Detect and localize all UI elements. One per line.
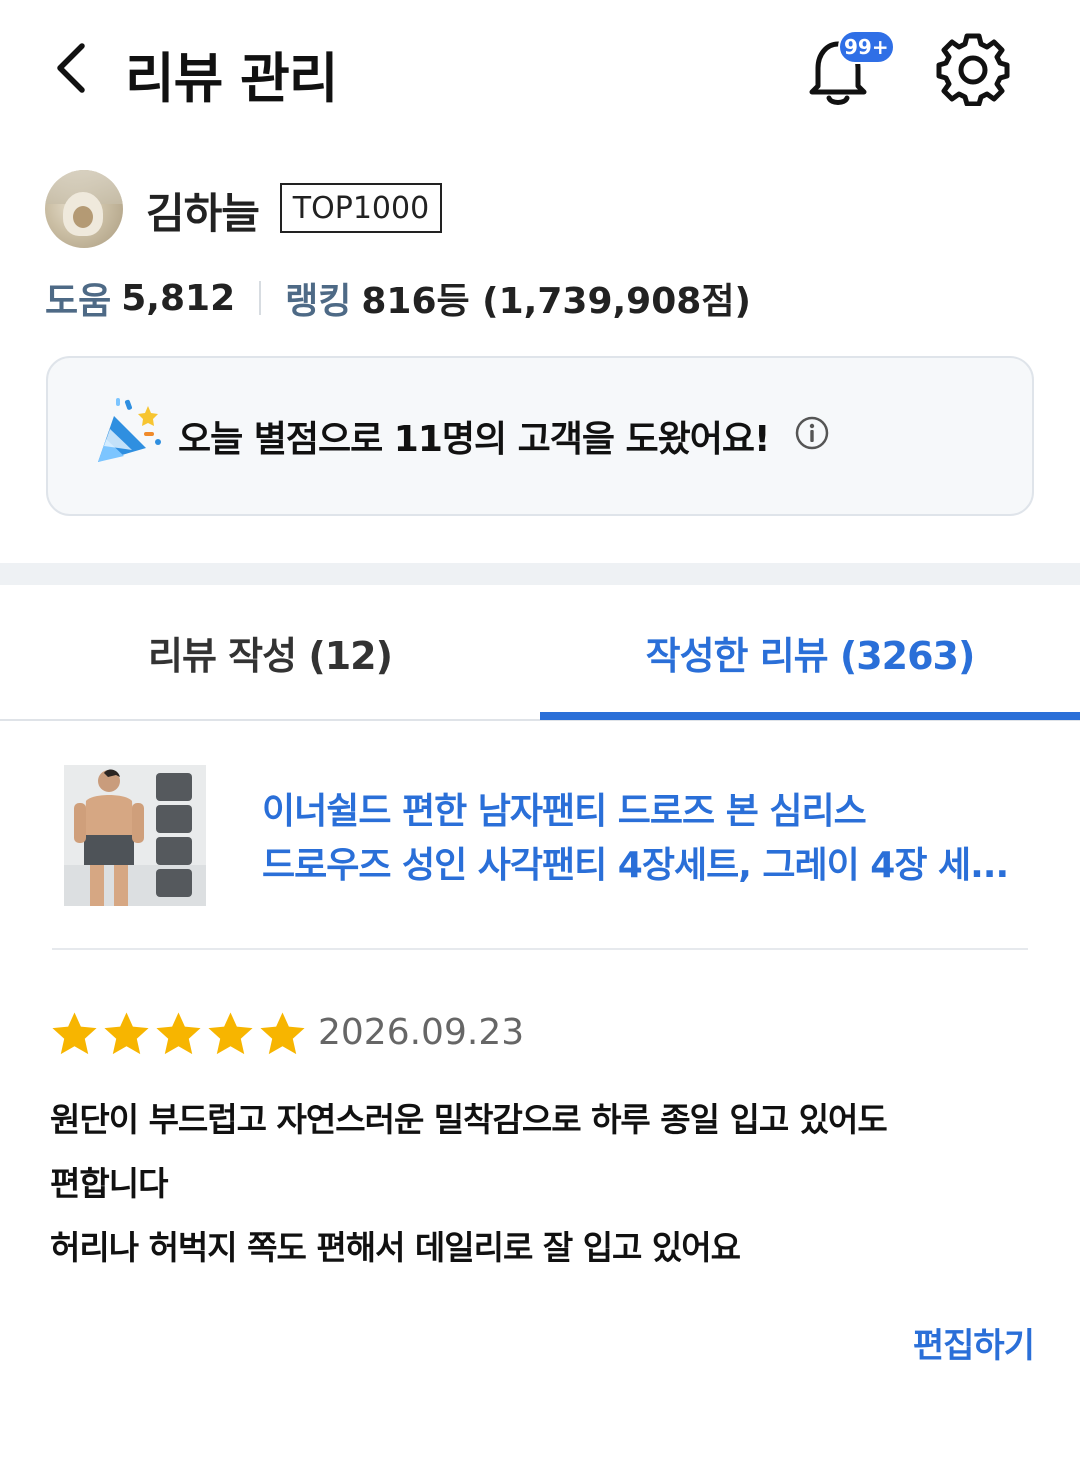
user-name: 김하늘 [146, 189, 260, 238]
star-icon [156, 1012, 201, 1055]
active-tab-indicator [540, 712, 1080, 720]
ranking-label: 랭킹 [285, 281, 352, 322]
review-text-line: 원단이 부드럽고 자연스러운 밀착감으로 하루 종일 입고 있어도 [50, 1100, 888, 1139]
review-date: 2026.09.23 [318, 1012, 525, 1053]
product-title-link[interactable]: 이너쉴드 편한 남자팬티 드로즈 본 심리스 드로우즈 성인 사각팬티 4장세트… [262, 785, 1032, 893]
help-count-value: 5,812 [121, 277, 236, 319]
product-thumbnail[interactable] [64, 765, 206, 906]
ranking-value: 816등 (1,739,908점) [361, 281, 751, 322]
tab-written-reviews[interactable]: 작성한 리뷰 (3263) [540, 585, 1080, 719]
help-count-label: 도움 [45, 281, 112, 322]
product-title-line-2: 드로우즈 성인 사각팬티 4장세트, 그레이 4장 세... [262, 845, 1009, 886]
star-icon [104, 1012, 149, 1055]
avatar [45, 170, 123, 248]
tab-write-review[interactable]: 리뷰 작성 (12) [0, 585, 540, 719]
divider [52, 948, 1028, 950]
page-title: 리뷰 관리 [125, 47, 339, 110]
star-rating [50, 1010, 307, 1058]
profile-stats: 도움 5,812 랭킹 816등 (1,739,908점) [45, 272, 751, 324]
settings-button[interactable] [935, 30, 1011, 107]
back-button[interactable] [40, 38, 100, 98]
star-icon [52, 1012, 97, 1055]
star-icon [260, 1012, 305, 1055]
product-title-line-1: 이너쉴드 편한 남자팬티 드로즈 본 심리스 [262, 791, 867, 832]
party-popper-icon [98, 398, 161, 462]
star-icon [208, 1012, 253, 1055]
review-text-line: 편합니다 [50, 1164, 168, 1203]
help-summary-text: 오늘 별점으로 11명의 고객을 도왔어요! [178, 419, 770, 460]
gear-icon [936, 33, 1010, 107]
rank-badge: TOP1000 [280, 183, 442, 233]
top-app-bar: 리뷰 관리 99+ [0, 0, 1080, 140]
review-tabs: 리뷰 작성 (12) 작성한 리뷰 (3263) [0, 585, 1080, 721]
section-divider [0, 563, 1080, 585]
product-image [64, 765, 206, 906]
edit-review-button[interactable]: 편집하기 [913, 1318, 1035, 1367]
review-text-line: 허리나 허벅지 쪽도 편해서 데일리로 잘 입고 있어요 [50, 1228, 741, 1267]
chevron-left-icon [57, 43, 85, 93]
notification-count-badge: 99+ [838, 30, 895, 64]
review-management-screen: 리뷰 관리 99+ 김하늘 TOP1000 도움 5,812 랭킹 816등 (… [0, 0, 1080, 1458]
review-text: 원단이 부드럽고 자연스러운 밀착감으로 하루 종일 입고 있어도 편합니다 허… [50, 1088, 1030, 1280]
stats-divider [259, 281, 262, 315]
info-icon[interactable] [794, 415, 830, 451]
